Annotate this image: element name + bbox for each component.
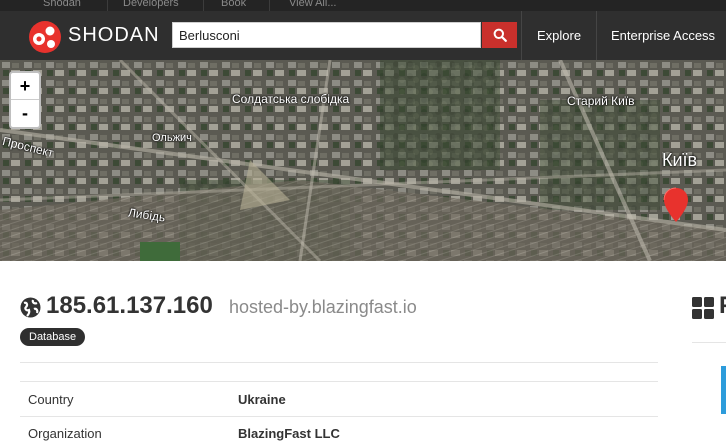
divider	[20, 381, 658, 382]
detail-label-organization: Organization	[28, 426, 102, 441]
search-icon	[493, 28, 507, 42]
ports-section-title: P	[719, 292, 726, 320]
top-link-developers[interactable]: Developers	[123, 0, 179, 9]
divider	[596, 11, 597, 60]
detail-value-country: Ukraine	[238, 392, 286, 407]
globe-icon	[20, 297, 41, 318]
divider	[20, 416, 658, 417]
location-marker-icon[interactable]	[663, 187, 689, 223]
host-ip-title: 185.61.137.160	[46, 292, 213, 319]
map-label: Старий Київ	[567, 94, 635, 108]
nav-explore[interactable]: Explore	[537, 11, 581, 60]
search-button[interactable]	[482, 22, 517, 48]
zoom-out-button[interactable]: -	[11, 100, 39, 126]
zoom-in-button[interactable]: +	[11, 73, 39, 100]
shodan-logo-icon[interactable]	[28, 20, 62, 54]
divider	[20, 362, 658, 363]
search-field[interactable]	[172, 22, 481, 48]
main-header: SHODAN Explore Enterprise Access	[0, 11, 726, 60]
top-link-shodan[interactable]: Shodan	[43, 0, 81, 9]
divider	[107, 0, 108, 11]
grid-icon	[692, 297, 714, 319]
zoom-control: + -	[9, 71, 41, 129]
map-imagery	[0, 60, 726, 261]
detail-label-country: Country	[28, 392, 74, 407]
divider	[692, 342, 726, 343]
map-label-city: Київ	[662, 150, 698, 170]
port-button[interactable]	[721, 366, 726, 414]
top-link-book[interactable]: Book	[221, 0, 246, 9]
divider	[521, 11, 522, 60]
top-links-bar: Shodan Developers Book View All...	[0, 0, 726, 11]
map-label: Солдатська слобідка	[232, 92, 350, 106]
map-label: Ольжич	[152, 132, 192, 144]
nav-enterprise-access[interactable]: Enterprise Access	[611, 11, 715, 60]
divider	[203, 0, 204, 11]
logo-text[interactable]: SHODAN	[68, 24, 160, 47]
top-link-view-all[interactable]: View All...	[289, 0, 337, 9]
tag-badge[interactable]: Database	[20, 328, 86, 346]
host-hostname: hosted-by.blazingfast.io	[229, 297, 417, 317]
detail-value-organization[interactable]: BlazingFast LLC	[238, 426, 340, 441]
search-input[interactable]	[173, 23, 480, 47]
satellite-map[interactable]: Солдатська слобідка Старий Київ Київ Либ…	[0, 60, 726, 261]
divider	[269, 0, 270, 11]
